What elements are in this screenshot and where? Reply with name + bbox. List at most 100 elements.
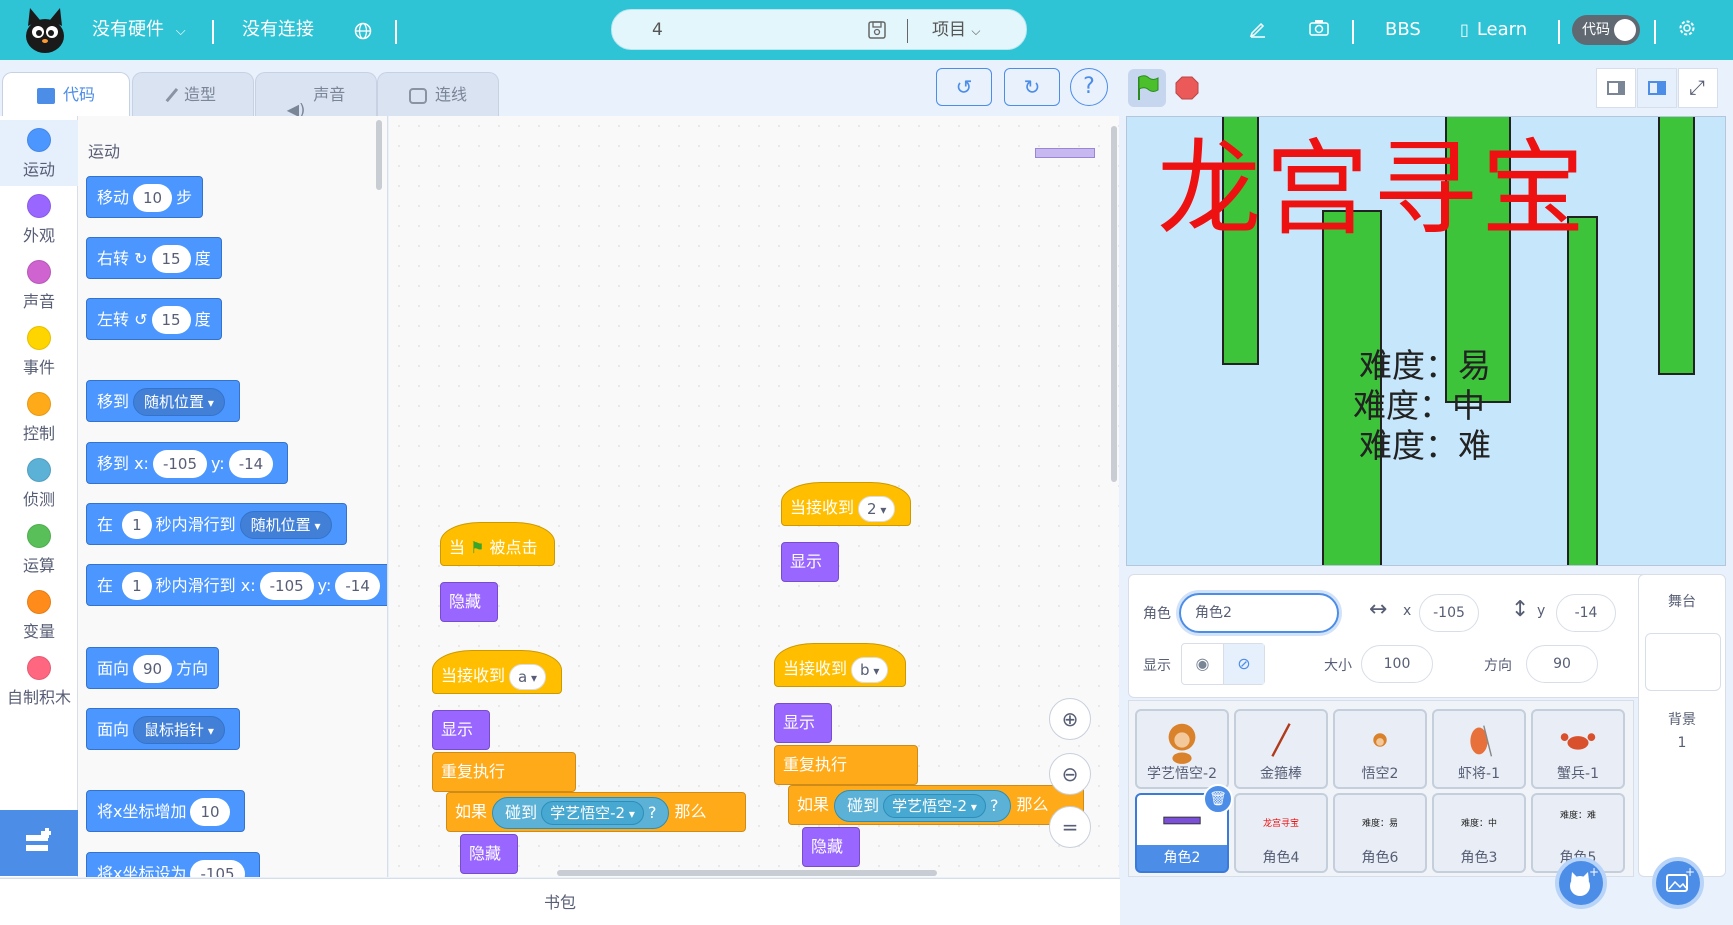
script-workspace[interactable]: 当 ⚑ 被点击 隐藏 当接收到a 显示 重复执行 如果 碰到学艺悟空-2? 那么… — [389, 116, 1119, 877]
when-receive-block[interactable]: 当接收到 b — [774, 643, 906, 687]
tab-wiring[interactable]: 连线 — [377, 72, 499, 116]
sprite-tile[interactable]: 难度：易 角色6 — [1333, 793, 1427, 873]
difficulty-hard[interactable]: 难度：难 — [1359, 429, 1491, 462]
show-block[interactable]: 显示 — [432, 710, 490, 750]
y-input[interactable]: -14 — [335, 571, 380, 600]
undo-button[interactable]: ↺ — [936, 68, 992, 106]
degrees-input[interactable]: 15 — [151, 244, 191, 273]
sprite-tile[interactable]: 学艺悟空-2 — [1135, 709, 1229, 789]
normal-stage-button[interactable] — [1637, 68, 1677, 108]
move-steps-block[interactable]: 移动 10 步 — [86, 176, 204, 218]
set-x-input[interactable]: -105 — [190, 859, 245, 877]
message-dropdown[interactable]: b — [851, 656, 889, 683]
goto-block[interactable]: 移到 随机位置 — [86, 380, 240, 422]
glide-target-dropdown[interactable]: 随机位置 — [239, 510, 332, 539]
degrees-input[interactable]: 15 — [151, 305, 191, 334]
stage-canvas[interactable]: 龙宫寻宝 难度：易 难度：中 难度：难 — [1126, 116, 1726, 566]
turn-left-block[interactable]: 左转 ↺ 15 度 — [86, 298, 222, 340]
forever-block[interactable]: 重复执行 — [432, 752, 576, 792]
delete-sprite-button[interactable]: 🗑 — [1203, 784, 1233, 814]
sprite-tile[interactable]: 金箍棒 — [1234, 709, 1328, 789]
category-my-blocks[interactable]: 自制积木 — [0, 648, 78, 714]
category-sensing[interactable]: 侦测 — [0, 450, 78, 516]
x-position-input[interactable]: -105 — [1419, 594, 1479, 632]
difficulty-medium[interactable]: 难度：中 — [1353, 389, 1485, 422]
if-then-block[interactable]: 如果 碰到学艺悟空-2? 那么 — [788, 785, 1084, 825]
turn-right-block[interactable]: 右转 ↻ 15 度 — [86, 237, 222, 279]
learn-link[interactable]: ▯ Learn — [1460, 0, 1527, 60]
help-button[interactable]: ? — [1070, 68, 1108, 106]
gear-icon[interactable] — [1676, 17, 1698, 39]
add-extension-button[interactable] — [0, 810, 78, 876]
if-then-block[interactable]: 如果 碰到学艺悟空-2? 那么 — [446, 792, 746, 832]
x-input[interactable]: -105 — [152, 449, 207, 478]
x-input[interactable]: -105 — [259, 571, 314, 600]
eye-icon[interactable]: ◉ — [1182, 644, 1224, 684]
sprite-tile[interactable]: 悟空2 — [1333, 709, 1427, 789]
pencil-icon[interactable] — [1248, 18, 1268, 38]
category-sound[interactable]: 声音 — [0, 252, 78, 318]
steps-input[interactable]: 10 — [133, 183, 173, 212]
small-stage-button[interactable] — [1596, 68, 1636, 108]
add-backdrop-button[interactable]: + — [1652, 857, 1704, 909]
tab-sounds[interactable]: ◀) 声音 — [255, 72, 377, 119]
redo-button[interactable]: ↻ — [1004, 68, 1060, 106]
category-looks[interactable]: 外观 — [0, 186, 78, 252]
category-control[interactable]: 控制 — [0, 384, 78, 450]
sprite-name-input[interactable]: 角色2 — [1179, 593, 1339, 633]
show-block[interactable]: 显示 — [774, 703, 832, 743]
touch-target-dropdown[interactable]: 学艺悟空-2 — [541, 801, 644, 825]
message-dropdown[interactable]: 2 — [858, 495, 896, 522]
point-direction-block[interactable]: 面向 90 方向 — [86, 647, 220, 689]
change-x-input[interactable]: 10 — [190, 797, 230, 826]
save-icon[interactable] — [867, 20, 887, 40]
when-receive-block[interactable]: 当接收到 a — [432, 650, 562, 694]
category-variables[interactable]: 变量 — [0, 582, 78, 648]
touching-block[interactable]: 碰到学艺悟空-2? — [492, 796, 670, 829]
eye-hidden-icon[interactable]: ⊘ — [1224, 644, 1264, 684]
category-motion[interactable]: 运动 — [0, 120, 78, 186]
project-menu[interactable]: 项目 ⌵ — [932, 10, 981, 52]
change-x-block[interactable]: 将x坐标增加 10 — [86, 790, 245, 832]
camera-icon[interactable] — [1308, 18, 1330, 38]
when-flag-clicked-block[interactable]: 当 ⚑ 被点击 — [440, 522, 555, 566]
tab-costumes[interactable]: 造型 — [132, 72, 254, 116]
direction-input[interactable]: 90 — [1526, 645, 1598, 683]
size-input[interactable]: 100 — [1361, 645, 1433, 683]
point-towards-block[interactable]: 面向 鼠标指针 — [86, 708, 240, 750]
set-x-block[interactable]: 将x坐标设为 -105 — [86, 852, 260, 877]
seconds-input[interactable]: 1 — [122, 571, 152, 600]
category-operators[interactable]: 运算 — [0, 516, 78, 582]
green-flag-button[interactable] — [1128, 69, 1166, 107]
stage-selector-panel[interactable]: 舞台 背景 1 — [1638, 574, 1726, 877]
difficulty-easy[interactable]: 难度：易 — [1359, 349, 1491, 382]
zoom-reset-button[interactable]: = — [1049, 806, 1091, 848]
workspace-vertical-scrollbar[interactable] — [1111, 126, 1117, 482]
goto-target-dropdown[interactable]: 随机位置 — [133, 387, 225, 416]
hide-block[interactable]: 隐藏 — [802, 827, 860, 867]
forever-block[interactable]: 重复执行 — [774, 745, 918, 785]
stage-thumbnail[interactable] — [1645, 633, 1721, 691]
y-position-input[interactable]: -14 — [1556, 594, 1616, 632]
seconds-input[interactable]: 1 — [122, 510, 152, 539]
tab-code[interactable]: 代码 — [2, 72, 130, 117]
goto-xy-block[interactable]: 移到 x: -105 y: -14 — [86, 442, 289, 484]
touching-block[interactable]: 碰到学艺悟空-2? — [834, 789, 1012, 822]
glide-xy-block[interactable]: 在 1 秒内滑行到 x: -105 y: -14 — [86, 564, 387, 606]
backpack-bar[interactable]: 书包 — [0, 878, 1120, 925]
glide-block[interactable]: 在 1 秒内滑行到 随机位置 — [86, 503, 347, 545]
zoom-out-button[interactable]: ⊖ — [1049, 753, 1091, 795]
touch-target-dropdown[interactable]: 学艺悟空-2 — [883, 794, 986, 818]
message-dropdown[interactable]: a — [509, 663, 547, 690]
workspace-horizontal-scrollbar[interactable] — [557, 870, 937, 876]
cat-logo-icon[interactable] — [22, 6, 68, 54]
zoom-in-button[interactable]: ⊕ — [1049, 698, 1091, 740]
sprite-tile[interactable]: 龙宫寻宝 角色4 — [1234, 793, 1328, 873]
hardware-menu[interactable]: 没有硬件 ⌵ — [92, 0, 186, 60]
sprite-tile[interactable]: 蟹兵-1 — [1531, 709, 1625, 789]
show-block[interactable]: 显示 — [781, 542, 839, 582]
stop-icon[interactable] — [1175, 76, 1199, 100]
direction-input[interactable]: 90 — [133, 654, 173, 683]
fullscreen-button[interactable]: ⤢ — [1678, 68, 1718, 108]
y-input[interactable]: -14 — [228, 449, 274, 478]
